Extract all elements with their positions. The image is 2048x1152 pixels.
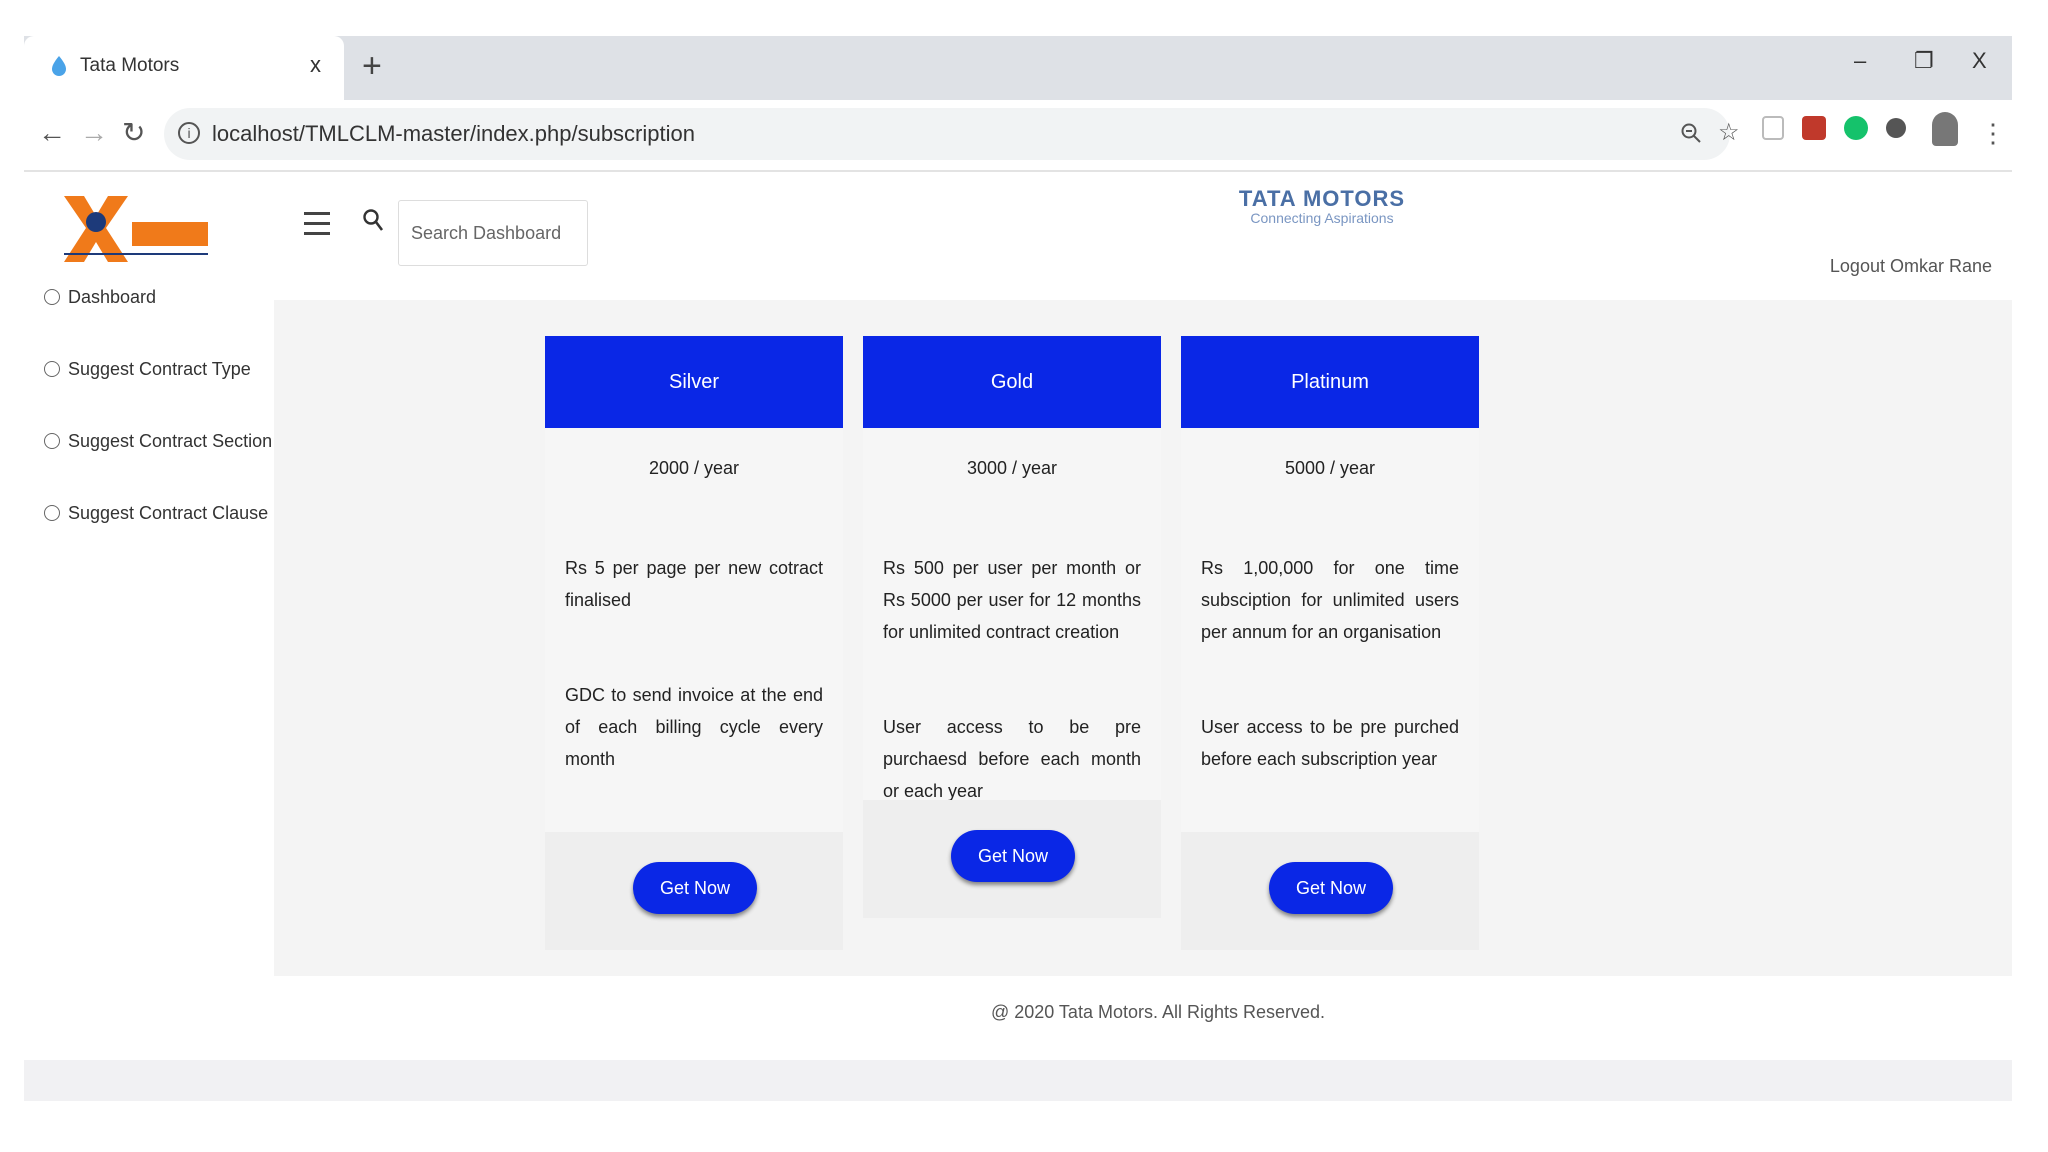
plan-card-gold: Gold 3000 / year Rs 500 per user per mon…	[863, 336, 1161, 918]
tab-title: Tata Motors	[80, 55, 180, 76]
plan-footer: Get Now	[1181, 832, 1479, 950]
grammarly-icon[interactable]	[1844, 116, 1868, 140]
plan-description: Rs 5 per page per new cotract finalised	[565, 558, 823, 610]
close-window-button[interactable]: X	[1972, 48, 1987, 74]
get-now-button[interactable]: Get Now	[633, 862, 757, 914]
favicon-icon	[52, 56, 66, 76]
browser-toolbar: ← → ↻ i localhost/TMLCLM-master/index.ph…	[24, 100, 2012, 172]
menu-kebab-icon[interactable]: ⋮	[1980, 118, 2006, 148]
minimize-button[interactable]: –	[1854, 48, 1866, 74]
dashboard-icon	[44, 289, 60, 305]
pricing-area: Silver 2000 / year Rs 5 per page per new…	[274, 300, 2012, 976]
logout-link[interactable]: Logout Omkar Rane	[1830, 256, 1992, 277]
plan-price: 2000 / year	[648, 458, 740, 478]
plan-body: 3000 / year Rs 500 per user per month or…	[863, 428, 1161, 918]
plan-billing-note: User access to be pre purched before eac…	[1201, 717, 1459, 769]
bulb-icon	[44, 361, 60, 377]
forward-arrow-icon[interactable]: →	[80, 118, 108, 148]
plan-body: 2000 / year Rs 5 per page per new cotrac…	[545, 428, 843, 950]
brand-name: TATA MOTORS	[1238, 186, 1406, 211]
profile-avatar[interactable]	[1932, 112, 1958, 146]
info-icon[interactable]: i	[178, 122, 200, 144]
brand-tagline: Connecting Aspirations	[1250, 210, 1394, 226]
logo-graphic	[64, 196, 208, 262]
search-input[interactable]	[398, 200, 588, 266]
get-now-button[interactable]: Get Now	[951, 830, 1075, 882]
browser-tab[interactable]: Tata Motors x	[24, 36, 344, 100]
extension-icon[interactable]	[1762, 116, 1784, 140]
plan-card-silver: Silver 2000 / year Rs 5 per page per new…	[545, 336, 843, 950]
sidebar-item-label: Dashboard	[68, 286, 157, 307]
plan-footer: Get Now	[863, 800, 1161, 918]
new-tab-button[interactable]: +	[362, 46, 382, 86]
tab-strip: Tata Motors x + – ❐ X	[24, 36, 2012, 100]
plan-price: 3000 / year	[966, 458, 1058, 478]
plan-title: Silver	[545, 336, 843, 428]
extension-circle-icon[interactable]	[1886, 118, 1906, 138]
plan-description: Rs 1,00,000 for one time subsciption for…	[1201, 558, 1459, 642]
xperience-logo	[62, 192, 212, 266]
reload-icon[interactable]: ↻	[122, 118, 145, 148]
plan-price: 5000 / year	[1284, 458, 1376, 478]
sidebar-item-label: Suggest Contract Section	[68, 430, 273, 451]
tata-motors-logo: TATA MOTORS Connecting Aspirations	[1224, 186, 1420, 226]
plan-card-platinum: Platinum 5000 / year Rs 1,00,000 for one…	[1181, 336, 1479, 950]
get-now-button[interactable]: Get Now	[1269, 862, 1393, 914]
sidebar-item-suggest-contract-section[interactable]: Suggest Contract Section	[44, 426, 272, 456]
page-footer: @ 2020 Tata Motors. All Rights Reserved.	[24, 1002, 2012, 1023]
sidebar-item-label: Suggest Contract Clause	[68, 502, 269, 523]
sidebar-item-suggest-contract-clause[interactable]: Suggest Contract Clause	[44, 498, 268, 528]
bottom-bar	[24, 1060, 2012, 1101]
plan-body: 5000 / year Rs 1,00,000 for one time sub…	[1181, 428, 1479, 950]
bookmark-star-icon[interactable]: ☆	[1718, 118, 1740, 147]
sidebar-item-dashboard[interactable]: Dashboard	[44, 282, 156, 312]
hamburger-menu-icon[interactable]	[304, 212, 330, 235]
plan-billing-note: GDC to send invoice at the end of each b…	[565, 685, 823, 769]
url-text[interactable]: localhost/TMLCLM-master/index.php/subscr…	[212, 121, 695, 147]
plan-title: Gold	[863, 336, 1161, 428]
plan-title: Platinum	[1181, 336, 1479, 428]
back-arrow-icon[interactable]: ←	[38, 118, 66, 148]
plan-footer: Get Now	[545, 832, 843, 950]
tab-close-icon[interactable]: x	[310, 52, 321, 78]
browser-window: Tata Motors x + – ❐ X ← → ↻ i localhost/…	[24, 36, 2012, 1101]
restore-button[interactable]: ❐	[1914, 48, 1934, 74]
sidebar-item-label: Suggest Contract Type	[68, 358, 251, 379]
zoom-icon[interactable]	[1680, 122, 1702, 144]
page-content: TATA MOTORS Connecting Aspirations Logou…	[24, 172, 2012, 1101]
bulb-icon	[44, 433, 60, 449]
sidebar-item-suggest-contract-type[interactable]: Suggest Contract Type	[44, 354, 251, 384]
bulb-icon	[44, 505, 60, 521]
address-bar[interactable]: i localhost/TMLCLM-master/index.php/subs…	[164, 108, 1740, 160]
pdf-extension-icon[interactable]	[1802, 116, 1826, 140]
plan-description: Rs 500 per user per month or Rs 5000 per…	[883, 558, 1141, 642]
search-icon[interactable]	[362, 208, 384, 232]
plan-billing-note: User access to be pre purchaesd before e…	[883, 717, 1141, 801]
copyright-text: @ 2020 Tata Motors. All Rights Reserved.	[990, 1002, 1326, 1022]
